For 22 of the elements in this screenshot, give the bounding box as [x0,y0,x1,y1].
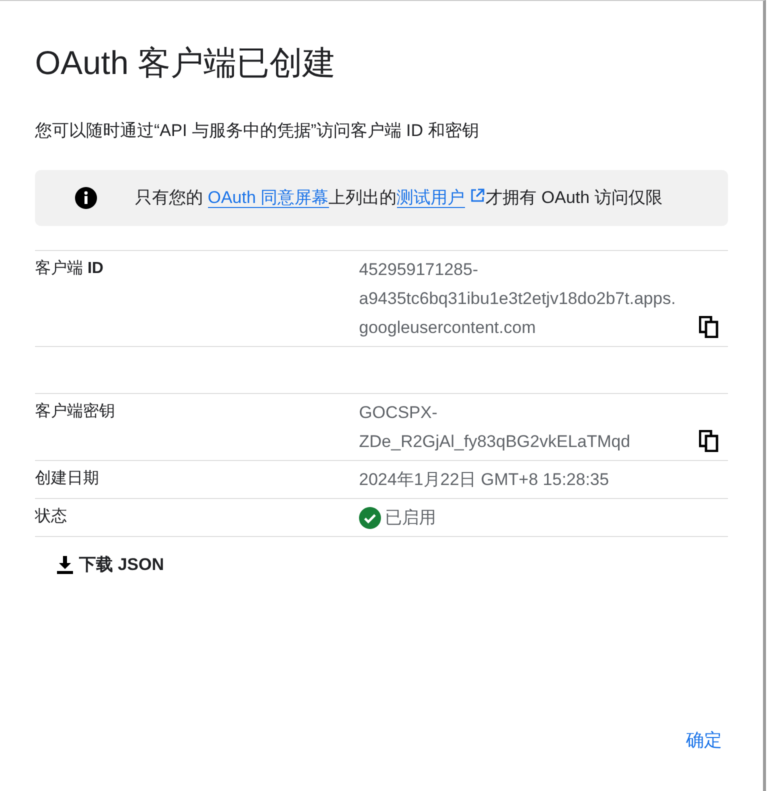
field-value: 452959171285- a9435tc6bq31ibu1e3t2etjv18do2b7t.apps. googleusercontent.com [359,259,676,339]
field-label: 客户端密钥 [35,402,116,422]
copy-icon [699,430,719,452]
info-message: 只有您的 OAuth 同意屏幕上列出的测试用户 才拥有 OAuth 访问仅限 [135,187,662,210]
consent-screen-link[interactable]: OAuth 同意屏幕 [208,188,329,208]
field-value: 2024年1月22日 GMT+8 15:28:35 [359,469,609,491]
info-icon [75,187,97,209]
confirm-button[interactable]: 确定 [680,724,728,756]
download-icon [55,554,75,574]
field-label: 客户端 ID [35,258,104,279]
test-users-link[interactable]: 测试用户 [396,188,465,208]
field-label: 创建日期 [35,468,100,489]
copy-button[interactable] [698,430,720,454]
field-value: 已启用 [385,507,436,529]
copy-button[interactable] [698,316,720,340]
field-value: GOCSPX- ZDe_R2GjAl_fy83qBG2vkELaTMqd [359,402,630,453]
dialog-description: 您可以随时通过“API 与服务中的凭据”访问客户端 ID 和密钥 [35,120,480,142]
field-label: 状态 [35,506,68,527]
dialog-title: OAuth 客户端已创建 [35,43,337,83]
copy-icon [699,316,719,338]
external-link-icon [470,188,485,203]
download-json-button[interactable]: 下载 JSON [35,547,184,582]
